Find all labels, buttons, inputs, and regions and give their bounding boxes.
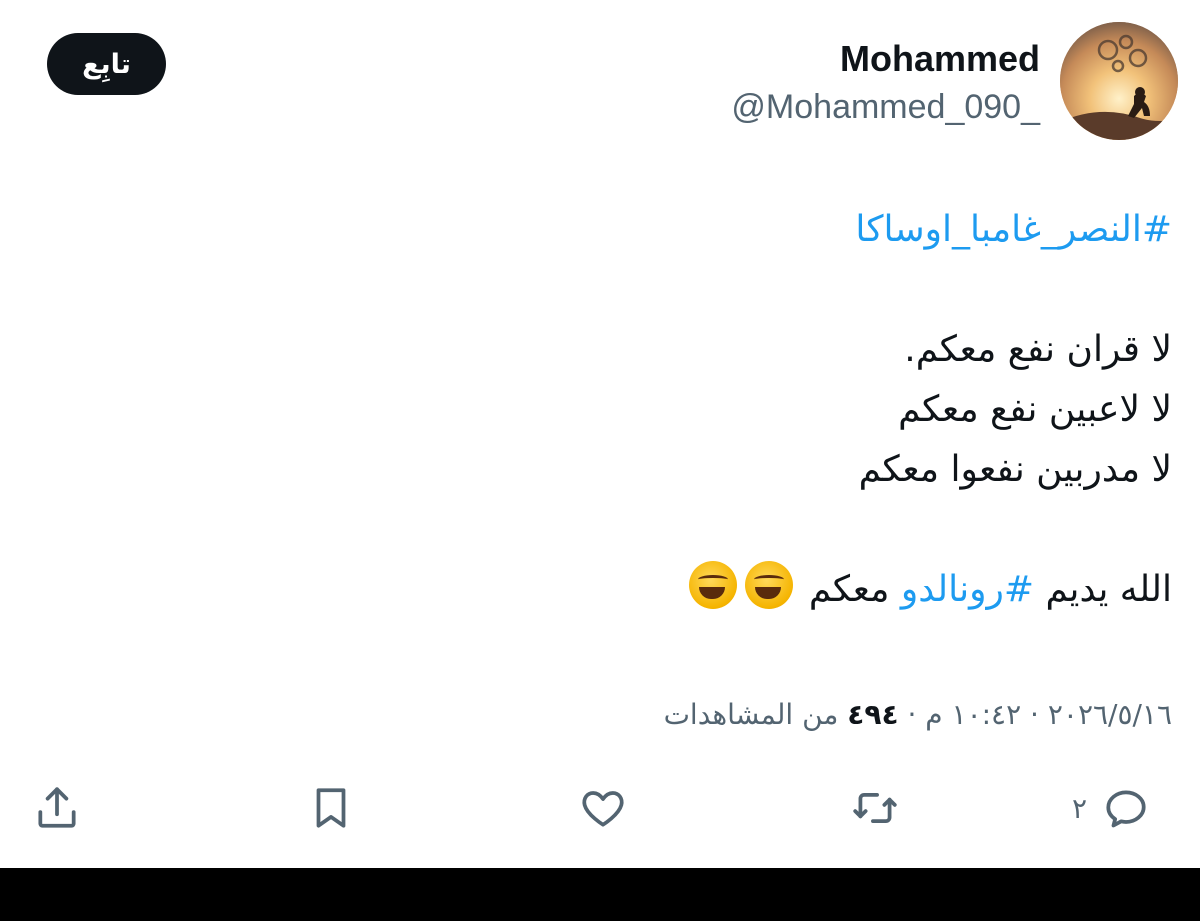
tweet-line-4-suffix: معكم: [808, 569, 890, 610]
tweet-page: Mohammed @Mohammed_090_ تابِع #النصر_غام…: [0, 0, 1200, 921]
avatar-image-icon: [1060, 22, 1178, 140]
display-name[interactable]: Mohammed: [840, 38, 1040, 80]
like-button[interactable]: [578, 780, 628, 836]
user-handle[interactable]: @Mohammed_090_: [731, 88, 1040, 127]
meta-separator: ·: [1030, 698, 1039, 731]
tweet-line-1: لا قران نفع معكم.: [904, 329, 1172, 370]
retweet-icon: [853, 793, 897, 823]
laughing-emoji-icon: [745, 561, 794, 609]
reply-button[interactable]: ٢: [1072, 780, 1151, 836]
reply-count: ٢: [1072, 791, 1088, 825]
tweet-meta: ٢٠٢٦/٥/١٦ · ١٠:٤٢ م · ٤٩٤ من المشاهدات: [664, 698, 1172, 731]
share-button[interactable]: [32, 780, 82, 836]
follow-button[interactable]: تابِع: [47, 33, 166, 95]
bookmark-icon: [316, 788, 346, 828]
bottom-bar: [0, 868, 1200, 921]
like-icon: [582, 791, 624, 827]
views-label: من المشاهدات: [663, 698, 839, 731]
tweet-line-2: لا لاعبين نفع معكم: [898, 389, 1172, 430]
bookmark-button[interactable]: [306, 780, 356, 836]
reply-icon: [1106, 790, 1146, 828]
views-count: ٤٩٤: [847, 698, 899, 731]
share-icon: [38, 787, 76, 828]
tweet-line-4: الله يديم #رونالدو معكم: [172, 560, 1172, 620]
tweet-time[interactable]: ١٠:٤٢ م: [925, 698, 1021, 731]
tweet-date[interactable]: ٢٠٢٦/٥/١٦: [1048, 698, 1172, 731]
tweet-line-4-prefix: الله يديم: [1045, 569, 1172, 610]
tweet-text: #النصر_غامبا_اوساكا لا قران نفع معكم. لا…: [172, 200, 1172, 620]
meta-separator: ·: [907, 698, 917, 731]
hashtag-link[interactable]: #النصر_غامبا_اوساكا: [172, 200, 1172, 260]
retweet-button[interactable]: [850, 780, 900, 836]
avatar[interactable]: [1060, 22, 1178, 140]
laughing-emoji-icon: [689, 561, 738, 609]
tweet-line-3: لا مدربين نفعوا معكم: [858, 449, 1172, 490]
ronaldo-hashtag-link[interactable]: #رونالدو: [901, 569, 1034, 610]
